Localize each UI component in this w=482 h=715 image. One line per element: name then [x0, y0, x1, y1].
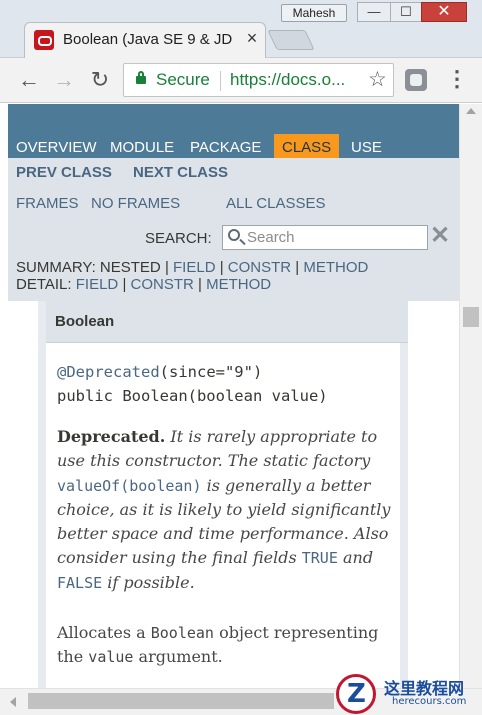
member-title: Boolean [55, 313, 115, 330]
summary-method-link[interactable]: METHOD [303, 259, 368, 276]
false-field-link[interactable]: FALSE [57, 574, 102, 592]
frames-link[interactable]: FRAMES [16, 195, 79, 212]
constructor-signature: public Boolean(boolean value) [57, 387, 328, 405]
summary-line: SUMMARY: NESTED | FIELD | CONSTR | METHO… [16, 259, 368, 276]
search-input[interactable] [247, 227, 425, 248]
constructor-description: Allocates a Boolean object representing … [57, 621, 395, 670]
page-content: Boolean @Deprecated(since="9") public Bo… [8, 301, 459, 688]
address-bar[interactable]: Secure https://docs.o... ☆ [123, 63, 394, 97]
new-tab-button[interactable] [267, 30, 315, 50]
detail-constr-link[interactable]: CONSTR [131, 276, 194, 293]
summary-field-link[interactable]: FIELD [173, 259, 216, 276]
nav-use[interactable]: USE [351, 139, 382, 156]
oracle-icon [34, 30, 54, 50]
search-reset-icon[interactable]: ✕ [429, 223, 451, 249]
detail-field-link[interactable]: FIELD [76, 276, 119, 293]
url-text[interactable]: https://docs.o... [230, 70, 345, 90]
description-code: value [88, 648, 134, 667]
description-text: Allocates a [57, 623, 146, 642]
bookmark-star-icon[interactable]: ☆ [368, 67, 387, 92]
menu-dots-icon[interactable]: ⋮ [446, 64, 468, 94]
scroll-left-arrow-icon[interactable] [10, 697, 16, 707]
close-window-button[interactable]: ✕ [421, 2, 467, 22]
nav-class-active: CLASS [274, 134, 340, 158]
summary-label: SUMMARY: [16, 259, 96, 276]
tab-title: Boolean (Java SE 9 & JDK [63, 31, 233, 48]
deprecated-annotation-link[interactable]: @Deprecated [57, 363, 160, 381]
search-box[interactable] [222, 225, 428, 250]
true-field-link[interactable]: TRUE [302, 549, 338, 567]
valueof-link[interactable]: valueOf(boolean) [57, 477, 202, 495]
nav-module[interactable]: MODULE [110, 139, 174, 156]
detail-method-link[interactable]: METHOD [206, 276, 271, 293]
forward-arrow-icon[interactable]: → [50, 67, 78, 95]
description-code: Boolean [150, 624, 214, 642]
javadoc-subnav: PREV CLASS NEXT CLASS FRAMES NO FRAMES A… [8, 158, 459, 301]
summary-nested: NESTED [99, 259, 161, 276]
profile-button[interactable]: Mahesh [281, 4, 347, 22]
lock-icon [136, 71, 146, 84]
omnibox-divider [220, 71, 221, 91]
summary-constr-link[interactable]: CONSTR [228, 259, 291, 276]
vertical-scroll-thumb[interactable] [463, 307, 479, 327]
description-text: argument. [138, 647, 223, 667]
detail-line: DETAIL: FIELD | CONSTR | METHOD [16, 276, 271, 293]
javadoc-topnav: OVERVIEW MODULE PACKAGE CLASS USE [8, 104, 459, 158]
vertical-scrollbar[interactable] [459, 104, 482, 688]
separator: | [295, 259, 300, 276]
security-label: Secure [156, 70, 210, 89]
horizontal-scroll-thumb[interactable] [28, 693, 334, 709]
all-classes-link[interactable]: ALL CLASSES [226, 195, 326, 212]
scroll-up-arrow-icon[interactable] [466, 108, 476, 114]
nav-package[interactable]: PACKAGE [190, 139, 261, 156]
detail-label: DETAIL: [16, 276, 72, 293]
nav-overview[interactable]: OVERVIEW [16, 139, 97, 156]
maximize-button[interactable]: ☐ [390, 2, 422, 22]
minimize-button[interactable]: — [357, 2, 391, 22]
next-class-link[interactable]: NEXT CLASS [133, 164, 228, 181]
no-frames-link[interactable]: NO FRAMES [91, 195, 180, 212]
watermark-name-en: herecours.com [392, 696, 467, 707]
site-watermark: 这里教程网 herecours.com [336, 674, 482, 715]
browser-toolbar: ← → ↻ Secure https://docs.o... ☆ ⋮ [0, 58, 482, 103]
separator: | [198, 276, 202, 293]
separator: | [122, 276, 127, 293]
search-icon [228, 229, 240, 241]
search-label: SEARCH: [145, 230, 212, 247]
browser-tab[interactable]: Boolean (Java SE 9 & JDK × [24, 22, 266, 58]
separator: | [219, 259, 224, 276]
deprecation-text: and [342, 548, 374, 568]
separator: | [164, 259, 169, 276]
deprecation-text: if possible. [107, 572, 195, 592]
annotation-args: (since="9") [159, 363, 263, 381]
member-heading: Boolean [46, 301, 408, 343]
reload-icon[interactable]: ↻ [86, 67, 114, 95]
prev-class-link[interactable]: PREV CLASS [16, 164, 112, 181]
back-arrow-icon[interactable]: ← [15, 67, 43, 95]
deprecated-label: Deprecated. [57, 427, 166, 446]
annotation-line: @Deprecated(since="9") [57, 363, 262, 381]
deprecation-block: Deprecated. It is rarely appropriate to … [57, 425, 395, 595]
tab-close-icon[interactable]: × [241, 27, 263, 49]
watermark-logo [336, 674, 376, 714]
browser-titlebar: Boolean (Java SE 9 & JDK × Mahesh — ☐ ✕ [0, 0, 482, 58]
extension-icon[interactable] [405, 69, 427, 91]
